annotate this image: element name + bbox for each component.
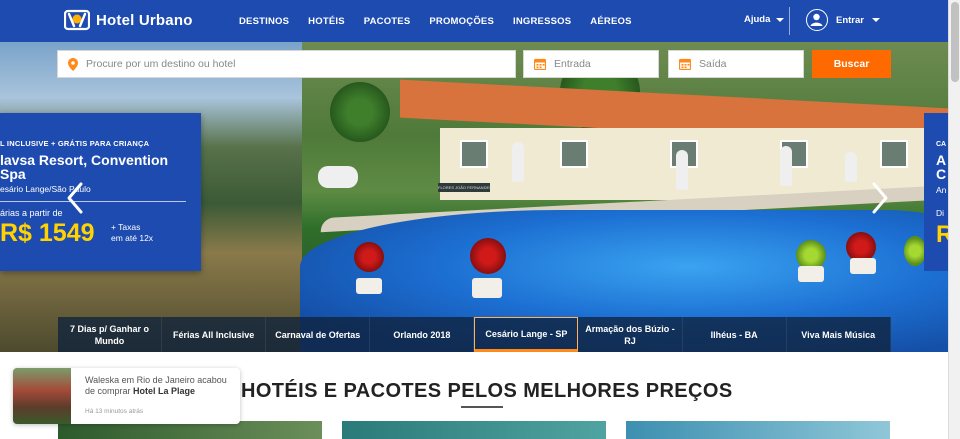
carousel-next-arrow-icon[interactable]	[869, 181, 891, 215]
nav-hoteis[interactable]: HOTÉIS	[308, 16, 345, 27]
planter	[356, 278, 382, 294]
search-button[interactable]: Buscar	[812, 50, 891, 78]
header-divider	[789, 7, 790, 35]
promo-card[interactable]: L INCLUSIVE + GRÁTIS PARA CRIANÇA lavsa …	[0, 113, 201, 271]
green-plant	[904, 236, 926, 266]
nav-aereos[interactable]: AÉREOS	[590, 16, 631, 27]
nav-destinos[interactable]: DESTINOS	[239, 16, 289, 27]
hotel-card-image[interactable]	[626, 421, 890, 439]
location-pin-icon	[68, 57, 78, 71]
notification-time: Há 13 minutos atrás	[85, 408, 144, 415]
scrollbar-thumb[interactable]	[951, 2, 959, 82]
destination-tabs: 7 Dias p/ Ganhar o Mundo Férias All Incl…	[58, 317, 891, 352]
checkout-placeholder: Saída	[699, 58, 727, 70]
logo[interactable]: Hotel Urbano	[64, 9, 193, 31]
purchase-notification[interactable]: Waleska em Rio de Janeiro acabou de comp…	[13, 368, 240, 424]
page-scrollbar[interactable]	[948, 0, 960, 439]
logo-text: Hotel Urbano	[96, 11, 193, 29]
dest-tab[interactable]: Orlando 2018	[370, 317, 475, 352]
next-promo-tag: CA	[936, 141, 947, 148]
building-window	[560, 140, 588, 168]
statue	[780, 146, 792, 186]
login-label: Entrar	[836, 14, 864, 26]
destination-placeholder: Procure por um destino ou hotel	[86, 58, 236, 70]
dest-tab[interactable]: Viva Mais Música	[786, 317, 891, 352]
nav-ingressos[interactable]: INGRESSOS	[513, 16, 571, 27]
user-icon	[806, 9, 828, 31]
notification-hotel-name: Hotel La Plage	[133, 385, 196, 396]
destination-field[interactable]: Procure por um destino ou hotel	[57, 50, 516, 78]
chevron-down-icon	[776, 17, 785, 22]
main-nav: DESTINOS HOTÉIS PACOTES PROMOÇÕES INGRES…	[239, 0, 632, 42]
statue	[845, 152, 857, 182]
help-label: Ajuda	[744, 14, 771, 25]
statue	[676, 150, 688, 190]
red-plant	[470, 238, 506, 274]
page: Hotel Urbano DESTINOS HOTÉIS PACOTES PRO…	[0, 0, 960, 439]
checkin-placeholder: Entrada	[554, 58, 591, 70]
checkout-field[interactable]: Saída	[668, 50, 804, 78]
hotel-urbano-logo-icon	[64, 9, 90, 31]
carousel-prev-arrow-icon[interactable]	[64, 181, 86, 215]
promo-tax-note: + Taxas em até 12x	[111, 222, 153, 244]
planter	[850, 258, 876, 274]
nav-pacotes[interactable]: PACOTES	[364, 16, 411, 27]
planter	[798, 266, 824, 282]
top-header: Hotel Urbano DESTINOS HOTÉIS PACOTES PRO…	[0, 0, 948, 42]
hero-sign: FLORES JOÃO FERNANDES	[438, 183, 490, 192]
palm-tree	[330, 82, 390, 142]
statue	[318, 166, 358, 188]
red-plant	[354, 242, 384, 272]
notification-text: Waleska em Rio de Janeiro acabou de comp…	[85, 375, 235, 396]
search-bar: Procure por um destino ou hotel Entrada …	[57, 50, 891, 78]
next-promo-from-label: Di	[936, 208, 945, 218]
promo-hotel-name: lavsa Resort, Convention Spa	[0, 152, 169, 182]
dest-tab[interactable]: Carnaval de Ofertas	[266, 317, 371, 352]
dest-tab-active[interactable]: Cesário Lange - SP	[474, 317, 579, 352]
promo-tax-line1: + Taxas	[111, 222, 141, 232]
building-window	[460, 140, 488, 168]
section-title: HOTÉIS E PACOTES PELOS MELHORES PREÇOS	[241, 380, 733, 402]
dest-tab[interactable]: Ilhéus - BA	[682, 317, 787, 352]
dest-tab[interactable]: 7 Dias p/ Ganhar o Mundo	[58, 317, 163, 352]
promo-tag: L INCLUSIVE + GRÁTIS PARA CRIANÇA	[0, 139, 150, 148]
promo-price: R$ 1549	[0, 219, 95, 247]
notification-hotel-image	[13, 368, 71, 424]
promo-tax-line2: em até 12x	[111, 233, 154, 243]
checkin-field[interactable]: Entrada	[523, 50, 659, 78]
planter	[472, 278, 502, 298]
calendar-icon	[534, 58, 546, 70]
hotel-card-image[interactable]	[342, 421, 606, 439]
promo-divider	[0, 201, 186, 202]
calendar-icon	[679, 58, 691, 70]
section-title-underline	[461, 406, 503, 408]
nav-promocoes[interactable]: PROMOÇÕES	[429, 16, 494, 27]
dest-tab[interactable]: Armação dos Búzio - RJ	[578, 317, 683, 352]
building-window	[880, 140, 908, 168]
next-promo-location: An	[936, 185, 947, 195]
chevron-down-icon	[871, 18, 880, 22]
promo-from-label: árias a partir de	[0, 208, 63, 218]
statue	[512, 142, 524, 182]
login-button[interactable]: Entrar	[806, 9, 880, 31]
help-menu[interactable]: Ajuda	[744, 14, 785, 25]
dest-tab[interactable]: Férias All Inclusive	[162, 317, 267, 352]
